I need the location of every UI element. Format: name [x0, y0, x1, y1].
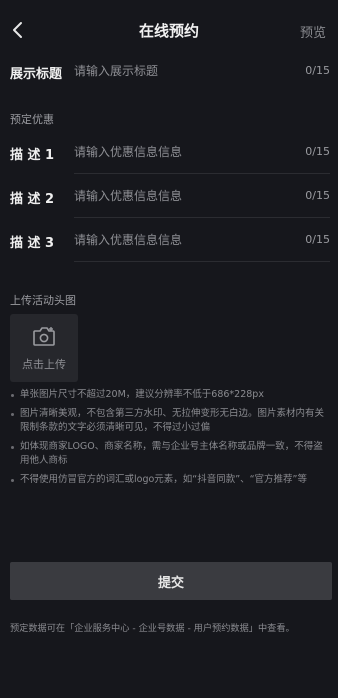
- upload-label: 点击上传: [22, 358, 66, 371]
- tip-text: 如体现商家LOGO、商家名称，需与企业号主体名称或品牌一致，不得盗用他人商标: [20, 441, 323, 466]
- field-label: 描 述 1: [10, 148, 55, 163]
- preview-button[interactable]: 预览: [300, 22, 326, 41]
- tip-item: 图片清晰美观，不包含第三方水印、无拉伸变形无白边。图片素材内有关限制条款的文字必…: [10, 407, 332, 435]
- tip-item: 单张图片尺寸不超过20M，建议分辨率不低于686*228px: [10, 388, 332, 402]
- bullet-icon: [11, 446, 14, 449]
- tip-text: 不得使用仿冒官方的词汇或logo元素，如“抖音同款”、“官方推荐”等: [20, 474, 307, 485]
- bullet-icon: [11, 413, 14, 416]
- char-count: 0/15: [305, 233, 330, 246]
- tip-item: 如体现商家LOGO、商家名称，需与企业号主体名称或品牌一致，不得盗用他人商标: [10, 440, 332, 468]
- tip-item: 不得使用仿冒官方的词汇或logo元素，如“抖音同款”、“官方推荐”等: [10, 473, 332, 487]
- field-label: 描 述 2: [10, 192, 55, 207]
- upload-tips: 单张图片尺寸不超过20M，建议分辨率不低于686*228px 图片清晰美观，不包…: [10, 388, 332, 487]
- upload-section-label: 上传活动头图: [10, 294, 76, 307]
- field-description-1: 描 述 1 0/15: [0, 130, 338, 174]
- footer-note: 预定数据可在「企业服务中心 - 企业号数据 - 用户预约数据」中查看。: [10, 623, 295, 634]
- field-label: 描 述 3: [10, 236, 55, 251]
- char-count: 0/15: [305, 145, 330, 158]
- tip-text: 单张图片尺寸不超过20M，建议分辨率不低于686*228px: [20, 389, 264, 400]
- char-count: 0/15: [305, 64, 330, 77]
- field-description-3: 描 述 3 0/15: [0, 218, 338, 262]
- field-display-title: 展示标题 0/15: [0, 49, 338, 93]
- submit-button[interactable]: 提交: [10, 562, 332, 600]
- bullet-icon: [11, 394, 14, 397]
- divider: [74, 261, 330, 262]
- page-title: 在线预约: [138, 22, 199, 40]
- tip-text: 图片清晰美观，不包含第三方水印、无拉伸变形无白边。图片素材内有关限制条款的文字必…: [20, 408, 325, 433]
- description-1-input[interactable]: [74, 142, 274, 162]
- description-3-input[interactable]: [74, 230, 274, 250]
- upload-image-button[interactable]: 点击上传: [10, 314, 78, 382]
- bullet-icon: [11, 479, 14, 482]
- field-label: 展示标题: [10, 67, 63, 82]
- char-count: 0/15: [305, 189, 330, 202]
- field-description-2: 描 述 2 0/15: [0, 174, 338, 218]
- discount-section-label: 预定优惠: [10, 113, 54, 126]
- description-2-input[interactable]: [74, 186, 274, 206]
- display-title-input[interactable]: [74, 61, 274, 81]
- camera-icon: [33, 327, 55, 346]
